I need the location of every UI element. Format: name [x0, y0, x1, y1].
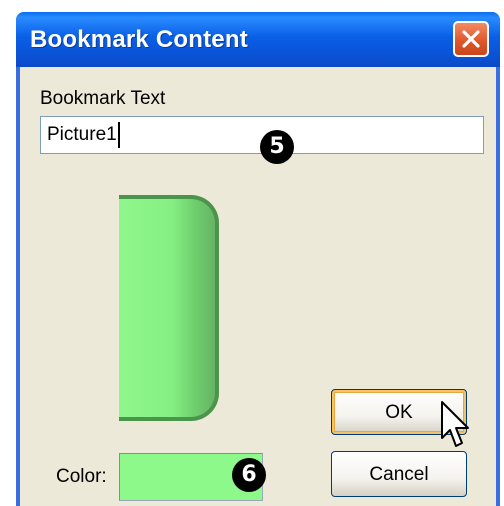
- dialog-title: Bookmark Content: [30, 26, 248, 53]
- step-6-badge: 6: [232, 458, 266, 492]
- color-label: Color:: [56, 466, 107, 487]
- bookmark-shape-preview: [119, 195, 219, 421]
- mouse-cursor-icon: [441, 401, 469, 447]
- step-5-badge: 5: [260, 130, 294, 164]
- text-caret: [118, 122, 120, 148]
- close-button[interactable]: [453, 21, 489, 57]
- close-icon: [462, 30, 480, 48]
- dialog-body: Bookmark Text 5 OK Cancel Color: 6: [20, 67, 496, 506]
- cancel-button[interactable]: Cancel: [331, 451, 467, 497]
- bookmark-content-dialog: Bookmark Content Bookmark Text 5 OK Canc…: [16, 12, 500, 506]
- title-bar[interactable]: Bookmark Content: [16, 12, 500, 67]
- bookmark-text-label: Bookmark Text: [40, 88, 166, 109]
